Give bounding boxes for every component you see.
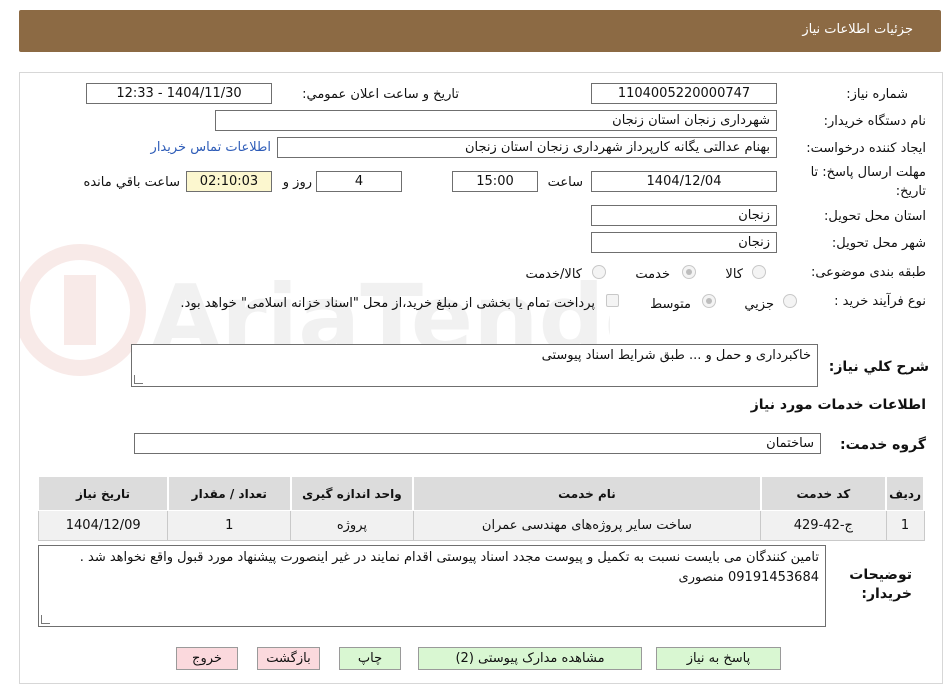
category-label: طبقه بندی موضوعی:	[810, 265, 926, 280]
city-label: شهر محل تحويل:	[831, 236, 926, 251]
province-label: استان محل تحويل:	[824, 209, 926, 224]
category-service-radio[interactable]	[682, 265, 696, 279]
creator-field: بهنام عدالتی یگانه کارپرداز شهرداری زنجا…	[277, 137, 777, 158]
cell-service-code: ج-42-429	[760, 510, 887, 541]
days-field: 4	[316, 171, 402, 192]
deadline-label-date: تاريخ:	[895, 184, 926, 199]
days-label: روز و	[282, 175, 312, 190]
announce-field: 1404/11/30 - 12:33	[86, 83, 272, 104]
service-group-label: گروه خدمت:	[840, 437, 926, 453]
category-goods-service-label: كالا/خدمت	[525, 267, 582, 282]
process-minor-radio[interactable]	[783, 294, 797, 308]
exit-button[interactable]: خروج	[176, 647, 238, 670]
need-number-field: 1104005220000747	[591, 83, 777, 104]
creator-label: ايجاد كننده درخواست:	[806, 141, 926, 156]
process-minor-label: جزيي	[744, 297, 774, 312]
treasury-payment-note: پرداخت تمام يا بخشی از مبلغ خريد،از محل …	[180, 296, 595, 311]
description-textarea: خاکبرداری و حمل و ... طبق شرایط اسناد پی…	[131, 344, 818, 387]
category-goods-radio[interactable]	[752, 265, 766, 279]
category-service-label: خدمت	[635, 267, 670, 282]
resize-grip-icon[interactable]	[134, 375, 143, 384]
col-header-quantity: تعداد / مقدار	[167, 476, 292, 511]
table-row: 1 ج-42-429 ساخت سایر پروژه‌های مهندسی عم…	[37, 510, 925, 541]
services-table: رديف كد خدمت نام خدمت واحد اندازه گيری ت…	[37, 476, 925, 541]
description-label: شرح كلي نياز:	[828, 359, 929, 375]
province-field: زنجان	[591, 205, 777, 226]
deadline-time-field: 15:00	[452, 171, 538, 192]
resize-grip-icon[interactable]	[41, 615, 50, 624]
deadline-label: مهلت ارسال پاسخ: تا	[810, 165, 926, 180]
buyer-notes-textarea: تامین کنندگان می بایست نسبت به تکمیل و پ…	[38, 545, 826, 627]
category-goods-label: كالا	[725, 267, 743, 282]
service-group-field: ساختمان	[134, 433, 821, 454]
buyer-notes-text: تامین کنندگان می بایست نسبت به تکمیل و پ…	[79, 550, 819, 585]
contact-buyer-link[interactable]: اطلاعات تماس خريدار	[151, 140, 271, 155]
category-goods-service-radio[interactable]	[592, 265, 606, 279]
col-header-need-date: تاريخ نياز	[37, 476, 169, 511]
announce-label: تاریخ و ساعت اعلان عمومي:	[302, 87, 459, 102]
deadline-date-field: 1404/12/04	[591, 171, 777, 192]
col-header-row-number: رديف	[885, 476, 925, 511]
services-heading: اطلاعات خدمات مورد نياز	[750, 397, 926, 413]
page-title: جزئیات اطلاعات نیاز	[802, 22, 913, 37]
back-button[interactable]: بازگشت	[257, 647, 320, 670]
description-text: خاکبرداری و حمل و ... طبق شرایط اسناد پی…	[541, 348, 811, 363]
need-number-label: شماره نیاز:	[846, 87, 908, 102]
time-label: ساعت	[547, 175, 583, 190]
col-header-service-name: نام خدمت	[412, 476, 762, 511]
col-header-service-code: كد خدمت	[760, 476, 888, 511]
process-medium-radio[interactable]	[702, 294, 716, 308]
city-field: زنجان	[591, 232, 777, 253]
cell-quantity: 1	[167, 510, 292, 541]
buyer-notes-label: توضيحات	[849, 567, 912, 583]
process-medium-label: متوسط	[650, 297, 691, 312]
remaining-label: ساعت باقي مانده	[83, 175, 180, 190]
attachments-button[interactable]: مشاهده مدارک پیوستی (2)	[418, 647, 642, 670]
buyer-org-field: شهرداری زنجان استان زنجان	[215, 110, 777, 131]
col-header-unit: واحد اندازه گيری	[290, 476, 415, 511]
print-button[interactable]: چاپ	[339, 647, 401, 670]
buyer-notes-label-2: خريدار:	[861, 586, 912, 602]
remaining-time-field: 02:10:03	[186, 171, 272, 192]
cell-unit: پروژه	[290, 510, 414, 541]
cell-need-date: 1404/12/09	[37, 510, 169, 541]
cell-service-name: ساخت سایر پروژه‌های مهندسی عمران	[412, 510, 762, 541]
process-label: نوع فرآيند خريد :	[834, 294, 926, 309]
page-header: جزئیات اطلاعات نیاز	[19, 10, 941, 52]
cell-row-number: 1	[885, 510, 925, 541]
table-header-row: رديف كد خدمت نام خدمت واحد اندازه گيری ت…	[37, 476, 925, 511]
treasury-payment-checkbox[interactable]	[606, 294, 619, 307]
buyer-org-label: نام دستگاه خريدار:	[823, 114, 926, 129]
reply-button[interactable]: پاسخ به نياز	[656, 647, 781, 670]
